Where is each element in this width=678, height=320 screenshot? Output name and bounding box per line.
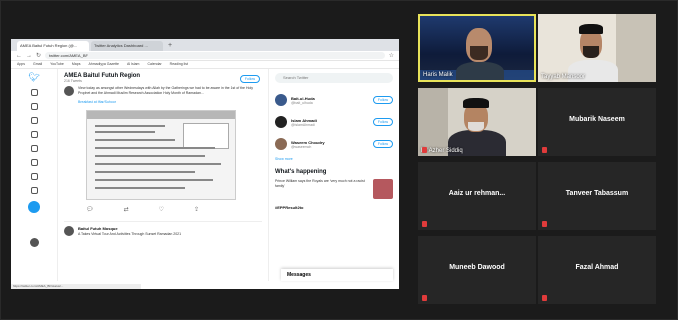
more-icon[interactable] [30, 187, 38, 194]
browser-tab[interactable]: Twitter Analytics Dashboard ... [91, 41, 163, 51]
address-bar[interactable]: twitter.com/AMEA_BF [45, 52, 385, 59]
bookmark[interactable]: Apps [17, 62, 25, 67]
explore-icon[interactable] [30, 103, 38, 110]
account-avatar[interactable] [29, 238, 39, 247]
status-bar: https://twitter.com/AMEA_BF/status/... [11, 284, 141, 289]
messages-drawer[interactable]: Messages [281, 269, 393, 281]
follow-button[interactable]: Follow [239, 75, 260, 83]
star-icon[interactable]: ☆ [389, 51, 394, 61]
twitter-sidebar: Search Twitter Bait-ul-Huda @bait_ulhuda … [269, 69, 399, 281]
address-row: ← → ↻ twitter.com/AMEA_BF ☆ [11, 51, 399, 61]
tweet-image[interactable] [86, 110, 236, 200]
bookmark[interactable]: YouTube [50, 62, 64, 67]
mic-muted-icon [542, 147, 547, 153]
tweet-avatar[interactable] [64, 86, 74, 96]
twitter-logo-icon[interactable]: 🐦︎ [28, 73, 39, 82]
trend-hashtag[interactable]: #EPPResult2to [275, 205, 393, 210]
suggestion-handle: @bait_ulhuda [291, 100, 313, 105]
forward-icon[interactable]: → [26, 51, 32, 61]
trend-image[interactable] [373, 179, 393, 199]
participant-tile-tayyab-mansoor[interactable]: Tayyab Mansoor [538, 14, 656, 82]
profile-icon[interactable] [30, 173, 38, 180]
suggestion-name: Bait-ul-Huda [291, 95, 315, 101]
bookmark[interactable]: Gmail [33, 62, 42, 67]
show-more-link[interactable]: Show more [275, 157, 393, 161]
messages-icon[interactable] [30, 131, 38, 138]
bookmark[interactable]: Calendar [147, 62, 161, 67]
participant-tile-mubarik-naseem[interactable]: Mubarik Naseem [538, 88, 656, 156]
participant-name: Muneeb Dawood [449, 264, 505, 271]
participant-video [420, 16, 534, 80]
follow-button[interactable]: Follow [372, 140, 393, 148]
mic-muted-icon [422, 295, 427, 301]
meeting-window: AMEA Baitul Futuh Region (@... Twitter A… [0, 0, 678, 320]
participant-tile-haris-malik[interactable]: Haris Malik [418, 14, 536, 82]
trend-text[interactable]: Prince William says the Royals are 'very… [275, 179, 369, 199]
follow-button[interactable]: Follow [372, 96, 393, 104]
participant-name: Mubarik Naseem [569, 116, 625, 123]
mic-muted-icon [542, 295, 547, 301]
suggestion-avatar [275, 116, 287, 128]
reply-avatar[interactable] [64, 226, 74, 236]
twitter-nav: 🐦︎ [11, 69, 57, 281]
suggestion-name: Islam Ahmadi [291, 117, 317, 123]
suggestion-item[interactable]: Bait-ul-Huda @bait_ulhuda Follow [275, 89, 393, 111]
participant-tile-fazal-ahmad[interactable]: Fazal Ahmad [538, 236, 656, 304]
whats-happening-heading: What's happening [275, 169, 327, 175]
mic-muted-icon [542, 221, 547, 227]
bookmark[interactable]: Maps [72, 62, 81, 67]
follow-button[interactable]: Follow [372, 118, 393, 126]
bookmark[interactable]: Reading list [170, 62, 188, 67]
notifications-icon[interactable] [30, 117, 38, 124]
new-tab-button[interactable]: + [165, 41, 175, 51]
reply-text: A Takes Virtual Tour And Activities Thro… [78, 232, 182, 236]
participant-name: Aaiz ur rehman... [448, 190, 506, 197]
participant-name: Tayyab Mansoor [541, 74, 586, 80]
browser-tab[interactable]: AMEA Baitul Futuh Region (@... [17, 41, 89, 51]
bookmarks-icon[interactable] [30, 145, 38, 152]
tweet-text: View today as amongst other Wednesdays w… [78, 86, 253, 95]
participant-name: Tanveer Tabassum [565, 190, 629, 197]
participant-name: Dr Azher Siddiq [421, 148, 463, 154]
suggestion-item[interactable]: Waseem Choudry @waseemch Follow [275, 133, 393, 155]
participant-tile-aaiz-ur-rehman[interactable]: Aaiz ur rehman... [418, 162, 536, 230]
reply-author[interactable]: Baitul Futuh Mosque [78, 226, 181, 231]
participant-tile-dr-azher-siddiq[interactable]: Dr Azher Siddiq [418, 88, 536, 156]
bookmark[interactable]: Ahmadiyya Gazette [88, 62, 119, 67]
suggestion-avatar [275, 94, 287, 106]
participant-video [538, 14, 656, 82]
bookmarks-bar: Apps Gmail YouTube Maps Ahmadiyya Gazett… [11, 61, 399, 69]
suggestion-avatar [275, 138, 287, 150]
home-icon[interactable] [30, 89, 38, 96]
like-icon[interactable]: ♡ [159, 205, 164, 215]
reload-icon[interactable]: ↻ [36, 51, 41, 61]
browser-tab-bar: AMEA Baitul Futuh Region (@... Twitter A… [11, 39, 399, 51]
suggestion-handle: @IslamAhmadi [291, 122, 315, 127]
bookmark[interactable]: Al Islam [127, 62, 139, 67]
participant-tile-tanveer-tabassum[interactable]: Tanveer Tabassum [538, 162, 656, 230]
lists-icon[interactable] [30, 159, 38, 166]
participant-name: Haris Malik [423, 72, 453, 78]
search-input[interactable]: Search Twitter [275, 73, 393, 83]
suggestion-handle: @waseemch [291, 144, 312, 149]
suggestion-name: Waseem Choudry [291, 139, 325, 145]
mic-muted-icon [422, 147, 427, 153]
tweet-count: 216 Tweets [64, 79, 82, 83]
timeline: AMEA Baitul Futuh Region 216 Tweets Foll… [57, 69, 269, 281]
twitter-page: 🐦︎ AMEA Baitul Futuh Region 216 Tweets F… [11, 69, 399, 281]
retweet-icon[interactable]: ⇄ [124, 205, 129, 215]
participant-video [418, 88, 536, 156]
tweet-meta[interactable]: Breakfast at Iftar/Suhoor [78, 100, 262, 104]
reply-icon[interactable]: 💬︎ [86, 205, 94, 215]
suggestion-item[interactable]: Islam Ahmadi @IslamAhmadi Follow [275, 111, 393, 133]
share-icon[interactable]: ⇪ [194, 205, 199, 215]
tweet-button[interactable] [28, 201, 40, 213]
mic-muted-icon [422, 221, 427, 227]
participant-name: Fazal Ahmad [575, 264, 619, 271]
back-icon[interactable]: ← [16, 51, 22, 61]
participant-tile-muneeb-dawood[interactable]: Muneeb Dawood [418, 236, 536, 304]
shared-screen: AMEA Baitul Futuh Region (@... Twitter A… [11, 39, 399, 289]
